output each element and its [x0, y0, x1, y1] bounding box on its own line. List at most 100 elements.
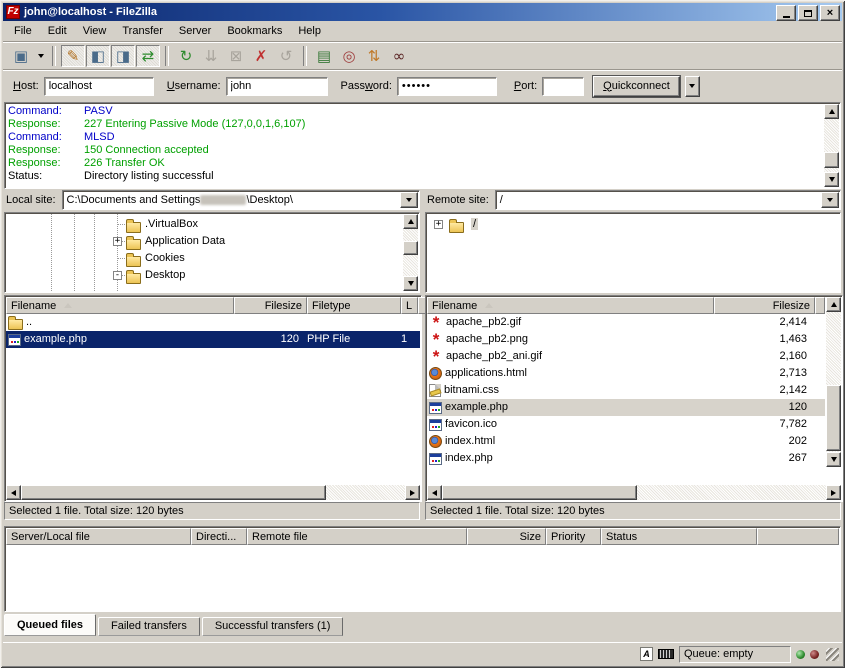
- file-row-index-html[interactable]: index.html202: [427, 433, 825, 450]
- tree-item-cookies[interactable]: Cookies: [6, 250, 402, 267]
- menu-item-view[interactable]: View: [75, 22, 115, 40]
- maximize-button[interactable]: [798, 5, 818, 21]
- column-header-filesize[interactable]: Filesize: [714, 297, 815, 314]
- remote-path-combo[interactable]: /: [495, 190, 841, 210]
- tab-successful-transfers-1[interactable]: Successful transfers (1): [202, 617, 344, 636]
- refresh-icon: ↻: [180, 49, 193, 64]
- expand-icon[interactable]: +: [113, 237, 122, 246]
- column-header-remote-file[interactable]: Remote file: [247, 528, 467, 545]
- scroll-up-button[interactable]: [403, 214, 418, 229]
- resize-grip[interactable]: [826, 648, 839, 661]
- scroll-up-button[interactable]: [824, 104, 839, 119]
- column-header-server-local-file[interactable]: Server/Local file: [6, 528, 191, 545]
- file-row-apache-pb2-gif[interactable]: *apache_pb2.gif2,414: [427, 314, 825, 331]
- filetype-cell: [307, 314, 401, 331]
- remote-path-dropdown-button[interactable]: [821, 192, 839, 208]
- file-row-bitnami-css[interactable]: bitnami.css2,142: [427, 382, 825, 399]
- collapse-icon[interactable]: -: [113, 271, 122, 280]
- local-hscrollbar[interactable]: [6, 485, 420, 500]
- local-path-dropdown-button[interactable]: [400, 192, 418, 208]
- modified-cell: 1: [401, 331, 418, 348]
- file-row-example-php[interactable]: example.php120: [427, 399, 825, 416]
- filter-button[interactable]: ▤: [312, 45, 336, 67]
- scroll-up-button[interactable]: [826, 297, 841, 312]
- filename-text: applications.html: [445, 365, 527, 382]
- column-header-directi[interactable]: Directi...: [191, 528, 247, 545]
- toggle-remote-tree-button[interactable]: ◨: [111, 45, 135, 67]
- site-manager-dropdown-button[interactable]: [34, 45, 47, 67]
- synchronized-browsing-button[interactable]: ⇅: [362, 45, 386, 67]
- disconnect-button[interactable]: ✗: [249, 45, 273, 67]
- expand-icon[interactable]: +: [434, 220, 443, 229]
- menu-item-file[interactable]: File: [6, 22, 40, 40]
- local-tree-scrollbar[interactable]: [403, 214, 418, 291]
- port-input[interactable]: [542, 77, 584, 96]
- file-row-apache-pb2-ani-gif[interactable]: *apache_pb2_ani.gif2,160: [427, 348, 825, 365]
- scroll-down-button[interactable]: [826, 452, 841, 467]
- tab-failed-transfers[interactable]: Failed transfers: [98, 617, 200, 636]
- tree-item-root[interactable]: +/: [427, 216, 839, 233]
- menu-item-transfer[interactable]: Transfer: [114, 22, 171, 40]
- column-header-filesize[interactable]: Filesize: [234, 297, 307, 314]
- minimize-button[interactable]: [776, 5, 796, 21]
- compare-directories-button[interactable]: ◎: [337, 45, 361, 67]
- file-row-favicon-ico[interactable]: favicon.ico7,782: [427, 416, 825, 433]
- refresh-button[interactable]: ↻: [174, 45, 198, 67]
- toggle-local-tree-button[interactable]: ◧: [86, 45, 110, 67]
- file-row-applications-html[interactable]: applications.html2,713: [427, 365, 825, 382]
- quickconnect-button[interactable]: Quickconnect: [593, 76, 680, 97]
- local-file-list: FilenameFilesizeFiletypeL ..example.php1…: [4, 295, 422, 502]
- password-input[interactable]: [397, 77, 497, 96]
- scrollbar-thumb[interactable]: [442, 485, 637, 500]
- tree-item-application-data[interactable]: +Application Data: [6, 233, 402, 250]
- scroll-left-button[interactable]: [6, 485, 21, 500]
- scroll-down-button[interactable]: [824, 172, 839, 187]
- column-header-filler: [815, 297, 825, 314]
- scrollbar-thumb[interactable]: [824, 152, 839, 168]
- toggle-queue-button[interactable]: ⇄: [136, 45, 160, 67]
- remote-hscrollbar[interactable]: [427, 485, 841, 500]
- arrow-right-icon: [410, 490, 415, 496]
- column-header-priority[interactable]: Priority: [546, 528, 601, 545]
- menu-item-edit[interactable]: Edit: [40, 22, 75, 40]
- close-button[interactable]: ×: [820, 5, 840, 21]
- column-header-filetype[interactable]: Filetype: [307, 297, 401, 314]
- quickconnect-dropdown-button[interactable]: [685, 76, 700, 97]
- scrollbar-thumb[interactable]: [403, 241, 418, 255]
- file-row-apache-pb2-png[interactable]: *apache_pb2.png1,463: [427, 331, 825, 348]
- filesize-cell: 120: [234, 331, 307, 348]
- local-path-combo[interactable]: C:\Documents and Settings\Desktop\: [62, 190, 420, 210]
- file-row-example-php[interactable]: example.php120PHP File1: [6, 331, 420, 348]
- column-header-status[interactable]: Status: [601, 528, 757, 545]
- remote-vscrollbar[interactable]: [826, 297, 841, 467]
- site-manager-button[interactable]: ▣: [9, 45, 33, 67]
- column-header-l[interactable]: L: [401, 297, 418, 314]
- log-scrollbar[interactable]: [824, 104, 839, 187]
- find-files-button[interactable]: ∞: [387, 45, 411, 67]
- file-row-index-php[interactable]: index.php267: [427, 450, 825, 467]
- file-row-[interactable]: ..: [6, 314, 420, 331]
- column-header-filename[interactable]: Filename: [6, 297, 234, 314]
- filename-cell: applications.html: [427, 365, 714, 382]
- tree-item-virtualbox[interactable]: .VirtualBox: [6, 216, 402, 233]
- menu-item-help[interactable]: Help: [290, 22, 329, 40]
- scroll-right-button[interactable]: [405, 485, 420, 500]
- column-header-filename[interactable]: Filename: [427, 297, 714, 314]
- scroll-left-button[interactable]: [427, 485, 442, 500]
- log-line-type: Response:: [8, 118, 84, 131]
- username-input[interactable]: [226, 77, 328, 96]
- host-input[interactable]: [44, 77, 154, 96]
- tab-queued-files[interactable]: Queued files: [4, 614, 96, 636]
- column-header-size[interactable]: Size: [467, 528, 546, 545]
- toggle-message-log-button[interactable]: ✎: [61, 45, 85, 67]
- log-line: Command:MLSD: [8, 131, 820, 144]
- scroll-down-button[interactable]: [403, 276, 418, 291]
- tree-item-desktop[interactable]: -Desktop: [6, 267, 402, 284]
- scrollbar-thumb[interactable]: [21, 485, 326, 500]
- scrollbar-thumb[interactable]: [826, 385, 841, 451]
- menu-item-bookmarks[interactable]: Bookmarks: [219, 22, 290, 40]
- menu-item-server[interactable]: Server: [171, 22, 219, 40]
- log-line: Response:226 Transfer OK: [8, 157, 820, 170]
- scroll-right-button[interactable]: [826, 485, 841, 500]
- queue-status-field: Queue: empty: [679, 646, 791, 663]
